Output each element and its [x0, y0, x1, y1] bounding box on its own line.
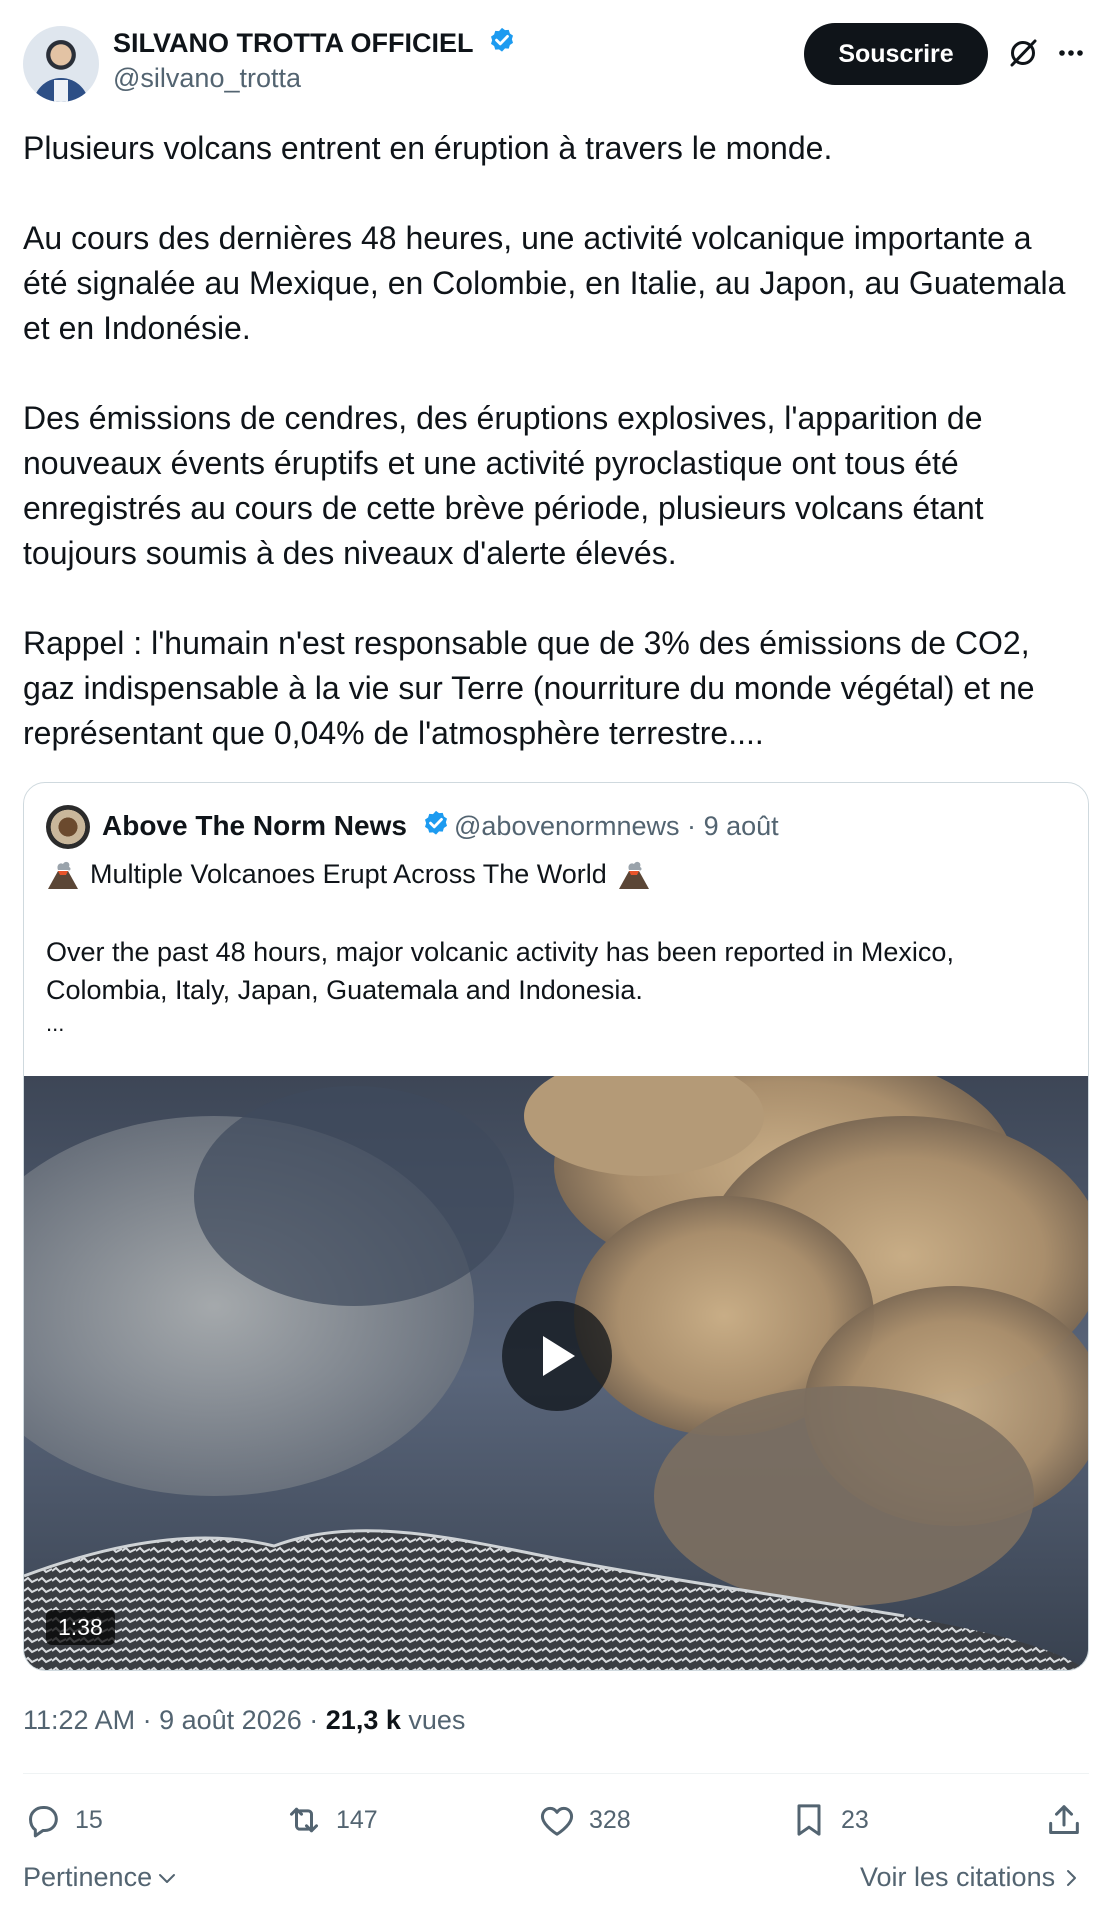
chevron-down-icon: [159, 1873, 176, 1883]
quoted-title-text: Multiple Volcanoes Erupt Across The Worl…: [90, 859, 607, 889]
quoted-meta: @abovenormnews · 9 août: [454, 811, 779, 842]
reply-icon: [29, 1806, 58, 1838]
chevron-right-icon: [1067, 1869, 1077, 1886]
author-avatar[interactable]: [23, 26, 99, 102]
like-count: 328: [589, 1805, 631, 1834]
avatar-shirt: [54, 80, 68, 102]
meta-separator: ·: [687, 811, 697, 841]
volcano-icon: [618, 861, 649, 889]
more-icon[interactable]: [1054, 36, 1088, 70]
reply-button[interactable]: 15: [23, 1800, 103, 1840]
tweet-paragraph: Des émissions de cendres, des éruptions …: [23, 400, 984, 571]
reply-count: 15: [75, 1805, 103, 1834]
quoted-author-name: Above The Norm News: [102, 809, 451, 842]
quoted-tweet-card[interactable]: Above The Norm News @abovenormnews · 9 a…: [23, 782, 1089, 1671]
quoted-more: ...: [46, 1011, 65, 1036]
share-icon: [1049, 1805, 1079, 1834]
tweet-meta: 11:22 AM · 9 août 2026 · 21,3 k vues: [23, 1705, 465, 1736]
tweet-paragraph: Rappel : l'humain n'est responsable que …: [23, 625, 1035, 751]
bookmark-icon: [797, 1804, 821, 1836]
views-count: 21,3 k: [325, 1705, 401, 1735]
quoted-author-name-text: Above The Norm News: [102, 810, 407, 841]
quoted-author-handle: @abovenormnews: [454, 811, 680, 841]
views-label: vues: [408, 1705, 466, 1735]
play-button[interactable]: [502, 1301, 612, 1411]
quoted-text: Over the past 48 hours, major volcanic a…: [46, 937, 954, 1005]
quoted-author-avatar: [46, 805, 90, 849]
quoted-title: Multiple Volcanoes Erupt Across The Worl…: [46, 859, 651, 890]
play-icon: [543, 1336, 575, 1376]
like-button[interactable]: 328: [537, 1800, 631, 1840]
repost-button[interactable]: 147: [284, 1800, 378, 1840]
repost-count: 147: [336, 1805, 378, 1834]
author-name-text: SILVANO TROTTA OFFICIEL: [113, 28, 473, 58]
verified-badge-icon: [424, 810, 447, 835]
tweet-paragraph: Plusieurs volcans entrent en éruption à …: [23, 130, 833, 166]
bookmark-button[interactable]: 23: [789, 1800, 869, 1840]
view-quotes-link[interactable]: Voir les citations: [860, 1862, 1081, 1893]
meta-separator: ·: [142, 1705, 152, 1735]
author-name[interactable]: SILVANO TROTTA OFFICIEL: [113, 26, 517, 59]
subscribe-button[interactable]: Souscrire: [804, 23, 988, 85]
tweet-text: Plusieurs volcans entrent en éruption à …: [23, 126, 1083, 756]
tweet-date[interactable]: 9 août 2026: [159, 1705, 302, 1735]
volcano-icon: [48, 861, 78, 889]
view-quotes-label: Voir les citations: [860, 1862, 1056, 1892]
tweet-paragraph: Au cours des dernières 48 heures, une ac…: [23, 220, 1066, 346]
sort-label: Pertinence: [23, 1862, 153, 1892]
like-icon: [540, 1806, 574, 1836]
video-player[interactable]: 1:38: [24, 1076, 1088, 1670]
author-handle[interactable]: @silvano_trotta: [113, 63, 301, 94]
share-button[interactable]: [1044, 1800, 1084, 1840]
video-duration: 1:38: [46, 1610, 115, 1645]
meta-separator: ·: [309, 1705, 319, 1735]
sort-dropdown[interactable]: Pertinence: [23, 1862, 178, 1893]
repost-icon: [290, 1807, 318, 1833]
tweet-time[interactable]: 11:22 AM: [23, 1705, 135, 1735]
verified-badge-icon: [490, 27, 513, 52]
bookmark-count: 23: [841, 1805, 869, 1834]
grok-icon[interactable]: [1006, 36, 1040, 70]
divider: [23, 1773, 1089, 1774]
quoted-date: 9 août: [703, 811, 779, 841]
